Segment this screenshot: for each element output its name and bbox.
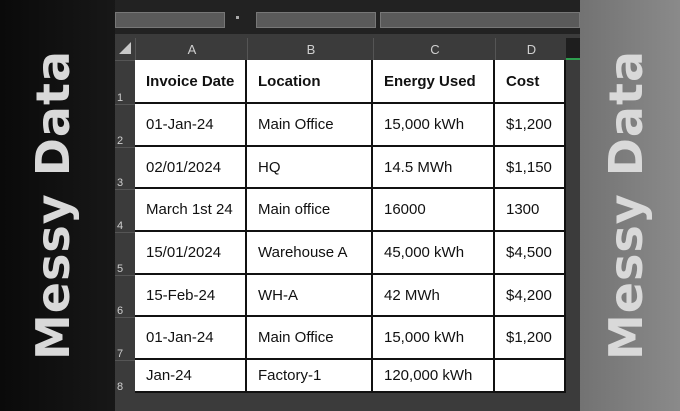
table-cell[interactable]: $1,150 [495,147,566,189]
table-cell[interactable]: $1,200 [495,317,566,360]
table-cell[interactable]: Factory-1 [247,360,373,393]
formula-bar [115,0,580,34]
column-header-c[interactable]: C [373,38,496,60]
side-title-right: Messy Data [599,50,653,360]
selection-indicator [566,58,580,60]
table-cell[interactable]: 45,000 kWh [373,232,495,275]
row-header-5[interactable]: 5 [115,232,135,275]
table-cell[interactable]: 01-Jan-24 [135,317,247,360]
header-invoice-date[interactable]: Invoice Date [135,60,247,104]
column-header-e-selected[interactable] [566,38,580,60]
row-header-6[interactable]: 6 [115,275,135,317]
table-cell[interactable]: HQ [247,147,373,189]
table-cell[interactable]: 120,000 kWh [373,360,495,393]
table-cell[interactable]: 15,000 kWh [373,317,495,360]
table-cell[interactable]: 15,000 kWh [373,104,495,147]
row-header-4[interactable]: 4 [115,189,135,232]
table-cell[interactable]: 02/01/2024 [135,147,247,189]
table-cell[interactable]: 42 MWh [373,275,495,317]
table-cell[interactable]: 16000 [373,189,495,232]
table-cell[interactable]: 15/01/2024 [135,232,247,275]
header-location[interactable]: Location [247,60,373,104]
table-cell[interactable]: Main Office [247,104,373,147]
formula-controls[interactable] [256,12,376,28]
row-header-3[interactable]: 3 [115,147,135,189]
header-energy-used[interactable]: Energy Used [373,60,495,104]
name-box[interactable] [115,12,225,28]
table-cell[interactable]: Main office [247,189,373,232]
formula-input[interactable] [380,12,580,28]
table-cell[interactable]: $4,200 [495,275,566,317]
table-cell[interactable]: $4,500 [495,232,566,275]
header-cost[interactable]: Cost [495,60,566,104]
spreadsheet: A B C D 1 2 3 4 5 6 7 8 Invoice Date Loc… [115,0,580,411]
row-header-1[interactable]: 1 [115,60,135,104]
column-header-b[interactable]: B [247,38,374,60]
row-header-2[interactable]: 2 [115,104,135,147]
table-cell[interactable]: WH-A [247,275,373,317]
name-box-separator-icon [236,16,239,19]
table-cell[interactable]: Warehouse A [247,232,373,275]
row-header-8[interactable]: 8 [115,360,135,393]
table-cell[interactable]: Jan-24 [135,360,247,393]
select-all-icon [119,42,131,54]
table-cell[interactable]: March 1st 24 [135,189,247,232]
table-cell[interactable]: 15-Feb-24 [135,275,247,317]
table-cell[interactable]: 1300 [495,189,566,232]
table-cell[interactable]: 14.5 MWh [373,147,495,189]
table-cell[interactable] [495,360,566,393]
column-header-a[interactable]: A [135,38,248,60]
table-cell[interactable]: Main Office [247,317,373,360]
table-cell[interactable]: 01-Jan-24 [135,104,247,147]
side-title-left: Messy Data [26,50,80,360]
column-header-d[interactable]: D [495,38,567,60]
row-header-7[interactable]: 7 [115,317,135,360]
table-cell[interactable]: $1,200 [495,104,566,147]
